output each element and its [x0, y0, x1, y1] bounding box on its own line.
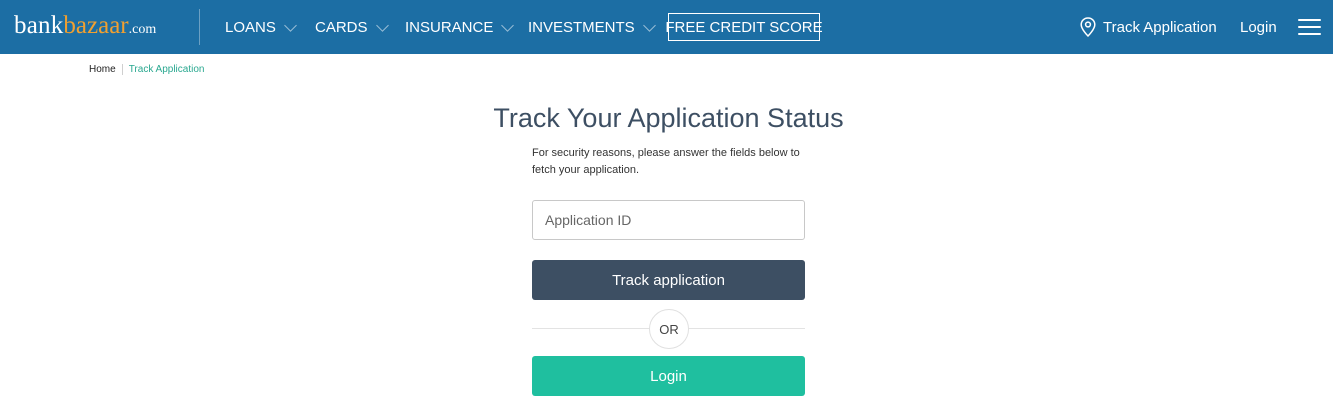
header-login-link[interactable]: Login [1240, 0, 1277, 54]
logo-bank-text: bank [14, 12, 64, 39]
chevron-down-icon [501, 19, 515, 32]
application-id-input[interactable] [532, 200, 805, 240]
breadcrumb-home[interactable]: Home [89, 64, 116, 75]
logo-com-text: .com [128, 22, 157, 37]
or-divider-badge: OR [649, 309, 689, 349]
login-button[interactable]: Login [532, 356, 805, 396]
chevron-down-icon [375, 19, 389, 32]
nav-item-label: LOANS [225, 18, 276, 36]
page-title: Track Your Application Status [493, 103, 844, 133]
track-application-button[interactable]: Track application [532, 260, 805, 300]
track-application-label: Track Application [1103, 18, 1217, 36]
nav-item-insurance[interactable]: INSURANCE [405, 0, 515, 54]
nav-item-loans[interactable]: LOANS [225, 0, 297, 54]
nav-item-cards[interactable]: CARDS [315, 0, 389, 54]
breadcrumb: Home Track Application [89, 64, 204, 75]
nav-item-label: INSURANCE [405, 18, 494, 36]
free-credit-score-button[interactable]: FREE CREDIT SCORE [665, 13, 823, 41]
chevron-down-icon [283, 19, 297, 32]
security-instructions: For security reasons, please answer the … [532, 147, 800, 176]
location-pin-icon [1080, 17, 1096, 37]
logo-divider [199, 9, 200, 45]
breadcrumb-current: Track Application [128, 64, 205, 75]
breadcrumb-separator [121, 64, 123, 75]
nav-item-label: CARDS [315, 18, 368, 36]
nav-item-label: INVESTMENTS [528, 18, 635, 36]
bankbazaar-logo[interactable]: bankbazaar.com [14, 12, 156, 42]
chevron-down-icon [642, 19, 656, 32]
hamburger-menu-icon[interactable] [1298, 19, 1321, 36]
nav-item-investments[interactable]: INVESTMENTS [528, 0, 656, 54]
logo-bazaar-text: bazaar [63, 12, 129, 39]
top-navigation-bar: bankbazaar.com LOANS CARDS INSURANCE INV… [0, 0, 1333, 54]
track-application-link[interactable]: Track Application [1080, 0, 1217, 54]
